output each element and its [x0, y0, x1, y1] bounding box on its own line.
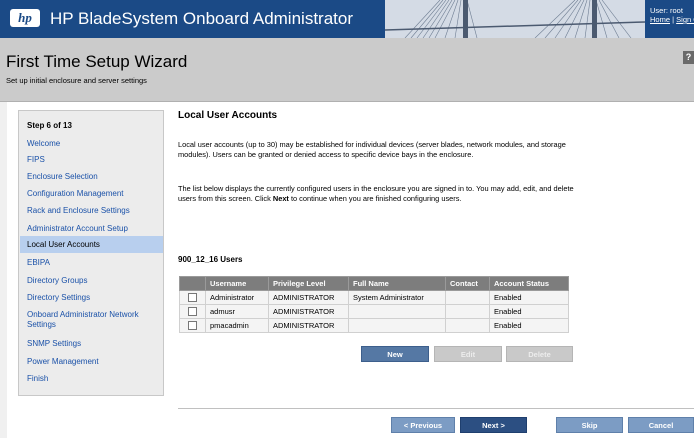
step-ebipa[interactable]: EBIPA [20, 258, 163, 268]
cell-username: pmacadmin [205, 318, 269, 333]
step-counter: Step 6 of 13 [27, 121, 72, 130]
edit-user-button[interactable]: Edit [434, 346, 502, 362]
step-snmp-settings[interactable]: SNMP Settings [20, 339, 163, 349]
app-title: HP BladeSystem Onboard Administrator [50, 9, 353, 28]
table-row[interactable]: pmacadmin ADMINISTRATOR Enabled [179, 318, 569, 333]
new-user-button[interactable]: New [361, 346, 429, 362]
row-select-cell [179, 304, 206, 319]
previous-button[interactable]: < Previous [391, 417, 455, 433]
users-table: Username Privilege Level Full Name Conta… [179, 276, 569, 333]
column-header-contact[interactable]: Contact [445, 276, 490, 291]
footer-divider [178, 408, 694, 409]
step-directory-settings[interactable]: Directory Settings [20, 293, 163, 303]
cell-contact [445, 290, 490, 305]
cell-status: Enabled [489, 304, 569, 319]
cell-contact [445, 304, 490, 319]
cell-username: Administrator [205, 290, 269, 305]
next-button[interactable]: Next > [460, 417, 527, 433]
cell-contact [445, 318, 490, 333]
top-header: hp HP BladeSystem Onboard Administrator … [0, 0, 694, 38]
cell-full-name: System Administrator [348, 290, 446, 305]
table-row[interactable]: Administrator ADMINISTRATOR System Admin… [179, 290, 569, 305]
cell-status: Enabled [489, 290, 569, 305]
table-header-row: Username Privilege Level Full Name Conta… [179, 276, 569, 291]
hp-logo: hp [10, 9, 40, 27]
select-column-header [179, 276, 206, 291]
cell-privilege: ADMINISTRATOR [268, 318, 349, 333]
cell-full-name [348, 318, 446, 333]
cell-full-name [348, 304, 446, 319]
sign-out-link[interactable]: Sign Out [676, 15, 694, 24]
step-configuration-management[interactable]: Configuration Management [20, 189, 163, 199]
skip-button[interactable]: Skip [556, 417, 623, 433]
instructions-next-word: Next [272, 194, 289, 203]
delete-user-button[interactable]: Delete [506, 346, 573, 362]
step-oa-network-settings[interactable]: Onboard Administrator Network Settings [20, 310, 150, 330]
page-title: First Time Setup Wizard [6, 52, 188, 71]
step-administrator-account-setup[interactable]: Administrator Account Setup [20, 224, 163, 234]
step-welcome[interactable]: Welcome [20, 139, 163, 149]
left-margin-strip [0, 102, 7, 438]
intro-paragraph: Local user accounts (up to 30) may be es… [178, 140, 566, 159]
bridge-banner-image [385, 0, 645, 38]
cell-privilege: ADMINISTRATOR [268, 290, 349, 305]
row-select-cell [179, 290, 206, 305]
step-rack-enclosure-settings[interactable]: Rack and Enclosure Settings [20, 206, 163, 216]
cancel-button[interactable]: Cancel [628, 417, 694, 433]
cell-status: Enabled [489, 318, 569, 333]
help-icon[interactable]: ? [683, 51, 694, 64]
cell-username: admusr [205, 304, 269, 319]
wizard-steps-panel: Step 6 of 13 Welcome FIPS Enclosure Sele… [18, 110, 164, 396]
step-fips[interactable]: FIPS [20, 155, 163, 165]
column-header-full-name[interactable]: Full Name [348, 276, 446, 291]
section-title: Local User Accounts [178, 110, 278, 121]
column-header-account-status[interactable]: Account Status [489, 276, 569, 291]
column-header-privilege[interactable]: Privilege Level [268, 276, 349, 291]
row-checkbox[interactable] [188, 321, 197, 331]
instructions-text-b: to continue when you are finished config… [288, 194, 462, 203]
row-select-cell [179, 318, 206, 333]
page-subtitle: Set up initial enclosure and server sett… [6, 76, 147, 85]
row-checkbox[interactable] [188, 307, 197, 317]
hp-logo-mark: hp [18, 10, 32, 25]
instructions-paragraph: The list below displays the currently co… [178, 184, 578, 204]
wizard-header: First Time Setup Wizard Set up initial e… [0, 38, 694, 102]
user-label: User: root [650, 6, 683, 15]
step-enclosure-selection[interactable]: Enclosure Selection [20, 172, 163, 182]
users-table-heading: 900_12_16 Users [178, 255, 243, 264]
user-info: User: root Home | Sign Out [648, 0, 694, 38]
row-checkbox[interactable] [188, 293, 197, 303]
table-row[interactable]: admusr ADMINISTRATOR Enabled [179, 304, 569, 319]
step-directory-groups[interactable]: Directory Groups [20, 276, 163, 286]
step-finish[interactable]: Finish [20, 374, 163, 384]
step-power-management[interactable]: Power Management [20, 357, 163, 367]
link-separator: | [672, 15, 675, 24]
column-header-username[interactable]: Username [205, 276, 269, 291]
home-link[interactable]: Home [650, 15, 670, 24]
cell-privilege: ADMINISTRATOR [268, 304, 349, 319]
step-local-user-accounts[interactable]: Local User Accounts [20, 236, 163, 253]
